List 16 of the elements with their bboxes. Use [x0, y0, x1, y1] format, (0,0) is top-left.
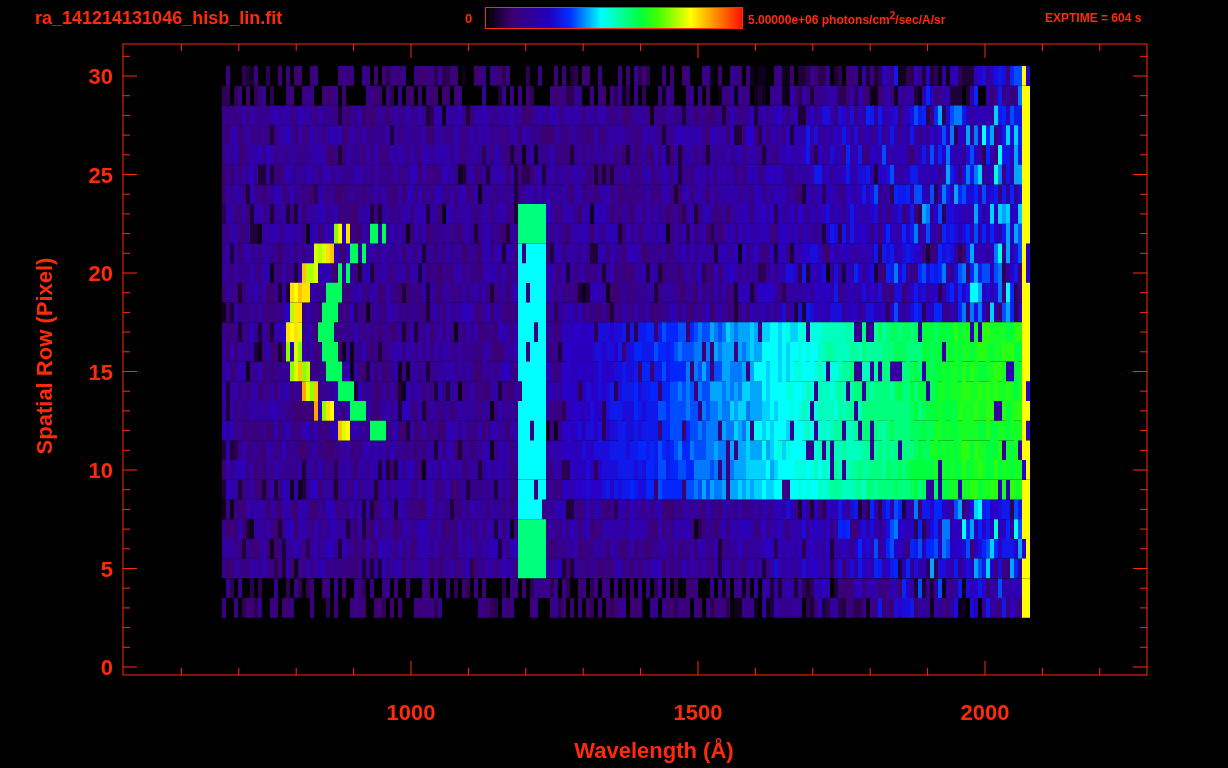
- y-tick-label: 15: [88, 359, 113, 385]
- y-tick-label: 10: [88, 458, 113, 483]
- colorbar-min-label: 0: [465, 10, 474, 26]
- y-tick-label: 0: [100, 655, 113, 680]
- y-tick-label: 5: [100, 556, 113, 582]
- y-tick-label: 30: [88, 64, 113, 89]
- x-tick-label: 1000: [386, 700, 436, 725]
- x-tick-label: 2000: [960, 700, 1010, 725]
- colorbar-max-label: 5.00000e+06 photons/cm$^{2}$/sec/A/sr: [748, 9, 947, 27]
- exposure-time: EXPTIME = 604 s: [1045, 11, 1142, 25]
- y-axis-title: Spatial Row (Pixel): [32, 257, 57, 455]
- file-title: ra_141214131046_hisb_lin.fit: [35, 7, 284, 29]
- y-tick-label: 20: [88, 261, 113, 286]
- x-tick-label: 1500: [673, 700, 723, 725]
- y-tick-label: 25: [88, 162, 113, 188]
- x-axis-title: Wavelength (Å): [574, 738, 734, 763]
